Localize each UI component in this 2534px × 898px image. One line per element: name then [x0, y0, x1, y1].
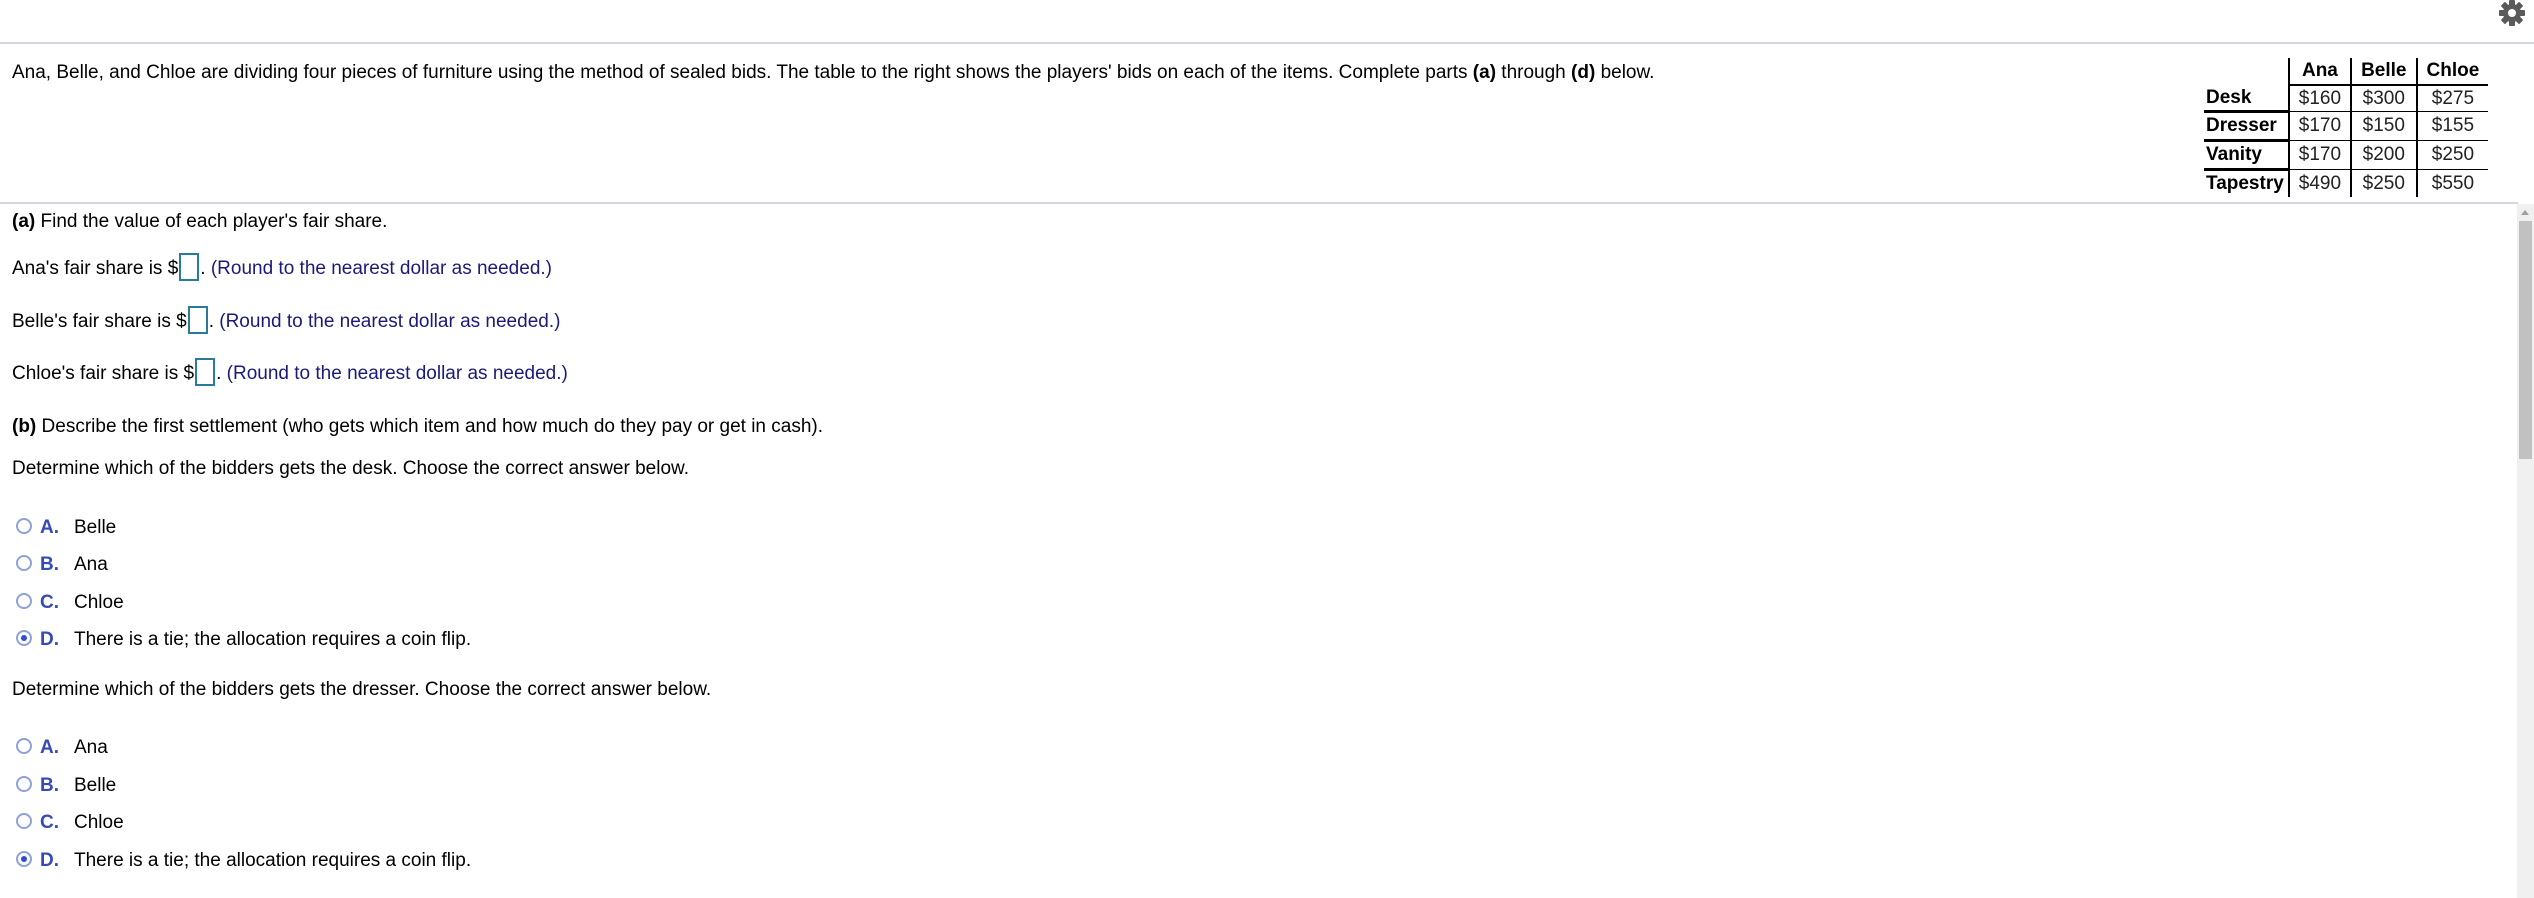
- part-b-text: Describe the first settlement (who gets …: [36, 416, 824, 437]
- problem-statement: Ana, Belle, and Chloe are dividing four …: [12, 61, 1654, 85]
- table-corner: [2204, 58, 2290, 85]
- row-header: Desk: [2204, 85, 2290, 112]
- statement-text: below.: [1595, 62, 1655, 83]
- option-letter: A.: [40, 737, 59, 758]
- statement-text: through: [1496, 62, 1572, 83]
- ana-fair-share-input[interactable]: [179, 253, 200, 281]
- option-text: Belle: [74, 775, 117, 796]
- option-text: There is a tie; the allocation requires …: [74, 629, 472, 650]
- option-text: Chloe: [74, 812, 124, 833]
- option-letter: D.: [40, 850, 59, 871]
- option-letter: C.: [40, 812, 59, 833]
- option-text: Chloe: [74, 592, 124, 613]
- bid-cell: $170: [2288, 111, 2352, 141]
- scroll-up-arrow-icon[interactable]: [2521, 210, 2529, 215]
- desk-option-b[interactable]: B. Ana: [16, 553, 108, 577]
- rounding-hint: (Round to the nearest dollar as needed.): [205, 258, 552, 280]
- desk-option-a[interactable]: A. Belle: [16, 516, 116, 540]
- column-header-belle: Belle: [2350, 58, 2417, 86]
- bid-cell: $155: [2415, 111, 2489, 141]
- rounding-hint: (Round to the nearest dollar as needed.): [213, 311, 561, 333]
- bid-cell: $160: [2298, 88, 2342, 109]
- radio-button[interactable]: [16, 738, 32, 755]
- fair-share-row-belle: Belle's fair share is $. (Round to the n…: [12, 306, 561, 334]
- bid-cell: $250: [2350, 169, 2417, 197]
- vertical-scrollbar[interactable]: [2517, 204, 2534, 898]
- row-header: Dresser: [2204, 110, 2290, 141]
- desk-question: Determine which of the bidders gets the …: [12, 458, 689, 479]
- option-text: Ana: [74, 737, 108, 758]
- part-a-ref: (a): [1472, 62, 1497, 83]
- table-row: Tapestry $490 $250 $550: [2204, 168, 2489, 197]
- desk-option-c[interactable]: C. Chloe: [16, 591, 124, 615]
- option-letter: B.: [40, 554, 59, 575]
- dresser-option-a[interactable]: A. Ana: [16, 736, 108, 760]
- dresser-option-d[interactable]: D. There is a tie; the allocation require…: [16, 849, 471, 873]
- dresser-question: Determine which of the bidders gets the …: [12, 679, 712, 700]
- dresser-option-b[interactable]: B. Belle: [16, 774, 116, 798]
- option-letter: C.: [40, 592, 59, 613]
- table-row: Dresser $170 $150 $155: [2204, 110, 2489, 141]
- fair-share-label: Chloe's fair share is $: [12, 363, 195, 385]
- top-bar: [0, 0, 2534, 44]
- desk-option-d[interactable]: D. There is a tie; the allocation require…: [16, 628, 471, 652]
- fair-share-label: Ana's fair share is $: [12, 258, 179, 280]
- bid-cell: $200: [2350, 140, 2417, 170]
- radio-button-selected[interactable]: [16, 630, 32, 647]
- table-row: Vanity $170 $200 $250: [2204, 139, 2489, 170]
- scrollbar-thumb[interactable]: [2519, 221, 2532, 459]
- option-text: Belle: [74, 517, 117, 538]
- option-text: Ana: [74, 554, 108, 575]
- radio-button[interactable]: [16, 555, 32, 572]
- bid-cell: $275: [2415, 85, 2489, 112]
- rounding-hint: (Round to the nearest dollar as needed.): [221, 363, 568, 385]
- bid-cell: $490: [2288, 169, 2352, 197]
- column-header-chloe: Chloe: [2415, 58, 2489, 86]
- chloe-fair-share-input[interactable]: [195, 358, 216, 386]
- part-b-prompt: (b) Describe the first settlement (who g…: [12, 415, 823, 439]
- row-header: Tapestry: [2204, 168, 2290, 197]
- statement-text: Ana, Belle, and Chloe are dividing four …: [12, 62, 1473, 83]
- belle-fair-share-input[interactable]: [187, 306, 208, 334]
- page: Ana, Belle, and Chloe are dividing four …: [0, 0, 2534, 898]
- table-row: Desk $160 $300 $275: [2204, 85, 2489, 112]
- radio-button[interactable]: [16, 518, 32, 535]
- option-letter: A.: [40, 517, 59, 538]
- part-d-ref: (d): [1571, 62, 1596, 83]
- option-letter: B.: [40, 775, 59, 796]
- part-a-label: (a): [12, 211, 36, 232]
- bid-cell: $250: [2415, 140, 2489, 170]
- part-a-text: Find the value of each player's fair sha…: [35, 211, 388, 232]
- row-header: Vanity: [2204, 139, 2290, 170]
- column-header-ana: Ana: [2288, 58, 2352, 86]
- section-divider: [0, 202, 2518, 204]
- radio-button[interactable]: [16, 593, 32, 610]
- bid-cell: $550: [2415, 169, 2489, 197]
- part-b-label: (b): [12, 416, 37, 437]
- option-text: There is a tie; the allocation requires …: [74, 850, 472, 871]
- fair-share-label: Belle's fair share is $: [12, 311, 187, 333]
- radio-button[interactable]: [16, 813, 32, 830]
- dresser-option-c[interactable]: C. Chloe: [16, 811, 124, 835]
- radio-button-selected[interactable]: [16, 851, 32, 868]
- radio-button[interactable]: [16, 776, 32, 793]
- bid-cell: $170: [2288, 140, 2352, 170]
- fair-share-row-ana: Ana's fair share is $. (Round to the nea…: [12, 253, 552, 281]
- bids-table: Ana Belle Chloe Desk $160 $300 $275 Dres…: [2204, 58, 2489, 197]
- option-letter: D.: [40, 629, 59, 650]
- table-header-row: Ana Belle Chloe: [2204, 58, 2489, 86]
- fair-share-row-chloe: Chloe's fair share is $. (Round to the n…: [12, 358, 568, 386]
- bid-cell: $300: [2350, 85, 2417, 112]
- part-a-prompt: (a) Find the value of each player's fair…: [12, 210, 387, 234]
- gear-icon[interactable]: [2496, 0, 2528, 32]
- bid-cell: $150: [2350, 111, 2417, 141]
